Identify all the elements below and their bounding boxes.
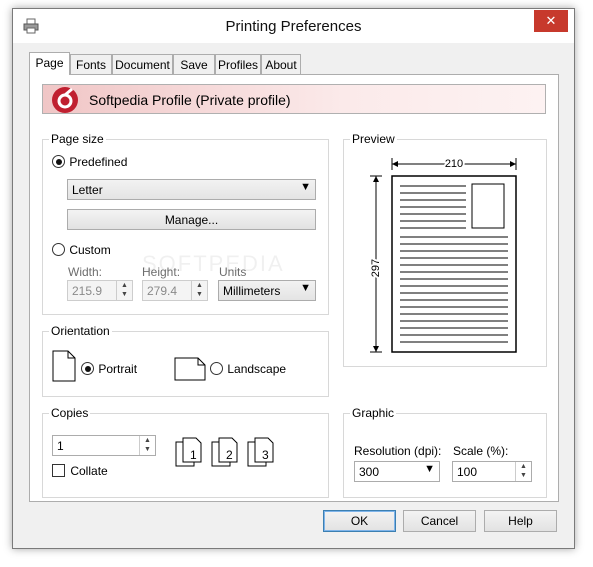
custom-label: Custom [69, 243, 111, 257]
page-preview-diagram: 210 297 [368, 156, 517, 353]
height-spin-buttons[interactable]: ▲ ▼ [191, 281, 207, 300]
ok-button[interactable]: OK [323, 510, 396, 532]
scale-input[interactable]: 100 ▲ ▼ [452, 461, 532, 482]
window-title: Printing Preferences [225, 18, 362, 35]
custom-radio[interactable]: Custom [52, 243, 111, 257]
landscape-radio-button[interactable] [210, 362, 223, 375]
page-size-group: Page size Predefined Letter ▼ Manage... … [42, 132, 329, 315]
width-input[interactable]: 215.9 ▲ ▼ [67, 280, 133, 301]
width-spin-buttons[interactable]: ▲ ▼ [116, 281, 132, 300]
cancel-button[interactable]: Cancel [403, 510, 476, 532]
portrait-page-icon [52, 350, 76, 382]
collate-digit-3: 3 [262, 448, 269, 462]
scale-spin-buttons[interactable]: ▲ ▼ [515, 462, 531, 481]
copies-input[interactable]: 1 ▲ ▼ [52, 435, 156, 456]
tab-about[interactable]: About [261, 54, 301, 74]
custom-radio-button[interactable] [52, 243, 65, 256]
predefined-size-value: Letter [72, 183, 103, 197]
tab-profiles[interactable]: Profiles [215, 54, 261, 74]
resolution-label: Resolution (dpi): [354, 444, 442, 458]
preview-width-dimension: 210 [445, 158, 463, 170]
predefined-size-select[interactable]: Letter ▼ [67, 179, 316, 200]
preview-label: Preview [350, 132, 397, 146]
close-icon: ✕ [545, 13, 557, 28]
height-value: 279.4 [147, 284, 178, 298]
resolution-value: 300 [359, 465, 380, 479]
portrait-label: Portrait [98, 362, 138, 376]
predefined-radio-button[interactable] [52, 155, 65, 168]
copies-value: 1 [57, 439, 64, 453]
preview-group: Preview 210 297 [343, 132, 547, 367]
profile-banner: Softpedia Profile (Private profile) [42, 84, 546, 114]
chevron-down-icon: ▼ [424, 463, 435, 475]
help-button[interactable]: Help [484, 510, 557, 532]
scale-value: 100 [457, 465, 478, 479]
orientation-group: Orientation Portrait Landscape [42, 324, 329, 397]
portrait-option[interactable]: Portrait [81, 362, 137, 376]
watermark: SOFTPEDIA [142, 251, 285, 276]
orientation-label: Orientation [49, 324, 112, 338]
units-select[interactable]: Millimeters ▼ [218, 280, 316, 301]
portrait-radio-button[interactable] [81, 362, 94, 375]
preview-height-dimension: 297 [370, 259, 382, 277]
scale-label: Scale (%): [453, 444, 509, 458]
collate-label: Collate [70, 464, 108, 478]
landscape-page-icon [174, 357, 206, 381]
page-size-label: Page size [49, 132, 106, 146]
tab-save[interactable]: Save [173, 54, 215, 74]
copies-spin-buttons[interactable]: ▲ ▼ [139, 436, 155, 455]
copies-group: Copies 1 ▲ ▼ Collate 1 2 3 [42, 406, 329, 498]
collate-pages-icon: 1 2 3 [175, 437, 274, 467]
copies-label: Copies [49, 406, 91, 420]
chevron-down-icon: ▼ [300, 181, 311, 193]
tab-fonts[interactable]: Fonts [70, 54, 112, 74]
softpedia-logo-icon [52, 87, 78, 113]
graphic-group: Graphic Resolution (dpi): Scale (%): 300… [343, 406, 547, 498]
width-label: Width: [68, 265, 103, 279]
units-value: Millimeters [223, 284, 281, 298]
collate-digit-1: 1 [190, 448, 197, 462]
predefined-radio[interactable]: Predefined [52, 155, 127, 169]
height-input[interactable]: 279.4 ▲ ▼ [142, 280, 208, 301]
resolution-select[interactable]: 300 ▼ [354, 461, 440, 482]
tab-page[interactable]: Page [29, 52, 70, 75]
title-bar[interactable]: Printing Preferences ✕ [13, 9, 574, 43]
printing-preferences-window: Printing Preferences ✕ Page Fonts Docume… [12, 8, 575, 549]
width-value: 215.9 [72, 284, 103, 298]
predefined-label: Predefined [69, 155, 128, 169]
manage-button[interactable]: Manage... [67, 209, 316, 230]
page-tab-panel: Softpedia Profile (Private profile) Page… [29, 74, 559, 502]
close-button[interactable]: ✕ [534, 10, 568, 32]
landscape-option[interactable]: Landscape [210, 362, 286, 376]
graphic-label: Graphic [350, 406, 397, 420]
chevron-down-icon: ▼ [300, 282, 311, 294]
tab-document[interactable]: Document [112, 54, 173, 74]
profile-name: Softpedia Profile (Private profile) [89, 92, 291, 108]
collate-digit-2: 2 [226, 448, 233, 462]
landscape-label: Landscape [227, 362, 287, 376]
collate-checkbox[interactable]: Collate [52, 464, 108, 478]
collate-checkbox-box[interactable] [52, 464, 65, 477]
